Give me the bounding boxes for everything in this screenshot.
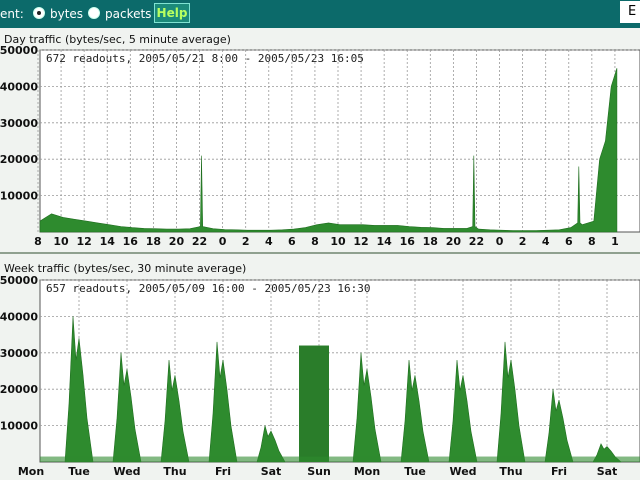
traffic-baseline [40,456,640,462]
x-tick-label: Wed [113,465,140,478]
x-tick-label: 18 [146,235,161,248]
x-tick-label: 2 [519,235,527,248]
x-tick-label: Sun [307,465,331,478]
week-chart-title: Week traffic (bytes/sec, 30 minute avera… [4,262,247,275]
help-button[interactable]: Help [154,3,190,23]
x-tick-label: 8 [311,235,319,248]
x-tick-label: 22 [192,235,207,248]
x-tick-label: 1 [611,235,619,248]
x-tick-label: 0 [496,235,504,248]
x-tick-label: Wed [449,465,476,478]
x-tick-label: 4 [265,235,273,248]
x-tick-label: 20 [169,235,185,248]
y-tick-label: 20000 [0,153,38,166]
day-traffic-chart: 10000 20000 30000 40000 50000 672 readouts, 2… [0,46,640,248]
y-tick-label: 40000 [0,310,38,323]
x-tick-label: Fri [215,465,231,478]
x-tick-label: 12 [353,235,368,248]
packets-radio-label: packets [105,7,152,21]
x-tick-label: 16 [123,235,139,248]
x-tick-label: 12 [76,235,91,248]
y-tick-label: 20000 [0,383,38,396]
y-tick-label: 40000 [0,80,38,93]
top-toolbar: ent: bytes packets Help E [0,0,640,28]
y-tick-label: 30000 [0,347,38,360]
x-tick-label: Fri [551,465,567,478]
x-tick-label: Mon [354,465,380,478]
x-tick-label: 18 [423,235,438,248]
x-tick-label: Mon [18,465,44,478]
x-tick-label: Tue [404,465,426,478]
x-tick-label: Sat [597,465,618,478]
x-tick-label: 16 [400,235,416,248]
x-tick-label: 2 [242,235,250,248]
x-tick-label: 8 [34,235,42,248]
chart-separator [0,252,640,254]
y-tick-label: 10000 [0,190,38,203]
chart-subtitle: 657 readouts, 2005/05/09 16:00 - 2005/05… [46,282,371,295]
x-tick-label: 10 [330,235,346,248]
packets-radio[interactable] [88,7,100,19]
x-tick-label: 6 [565,235,573,248]
day-chart-title: Day traffic (bytes/sec, 5 minute average… [4,33,231,46]
x-tick-label: 10 [53,235,69,248]
week-traffic-chart: 10000 20000 30000 40000 50000 657 readouts, 2… [0,276,640,478]
x-tick-label: 6 [288,235,296,248]
x-tick-label: Thu [499,465,522,478]
y-tick-label: 30000 [0,117,38,130]
plot-area [39,49,640,233]
y-tick-label: 50000 [0,276,38,287]
toolbar-partial-label: ent: [0,7,24,21]
bytes-radio[interactable] [33,7,45,19]
x-tick-label: Thu [163,465,186,478]
x-tick-label: 8 [588,235,596,248]
chart-subtitle: 672 readouts, 2005/05/21 8:00 - 2005/05/… [46,52,364,65]
x-tick-label: 14 [376,235,392,248]
y-tick-label: 50000 [0,46,38,57]
x-tick-label: Tue [68,465,90,478]
bytes-radio-label: bytes [50,7,84,21]
x-tick-label: 4 [542,235,550,248]
x-tick-label: 14 [100,235,116,248]
x-tick-label: 22 [469,235,484,248]
x-tick-label: Sat [261,465,282,478]
x-tick-label: 20 [446,235,462,248]
x-tick-label: 0 [219,235,227,248]
traffic-block [299,345,329,462]
corner-widget[interactable]: E [620,1,640,23]
y-tick-label: 10000 [0,420,38,433]
